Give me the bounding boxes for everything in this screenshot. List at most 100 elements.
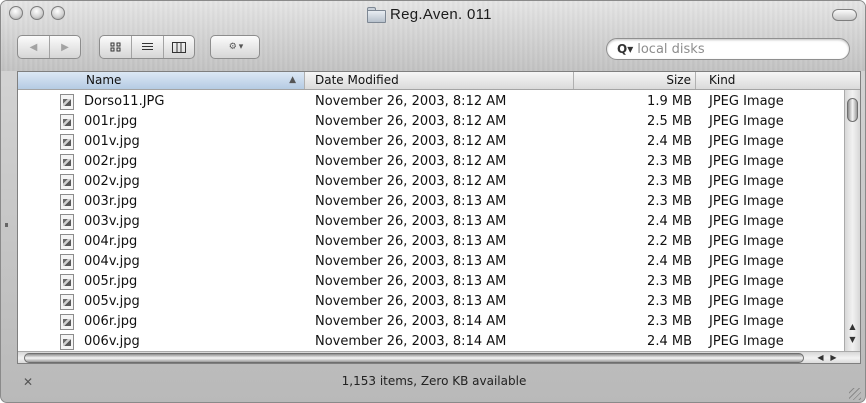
file-row[interactable]: 004v.jpg November 26, 2003, 8:13 AM 2.4 MB…: [18, 252, 840, 272]
file-row[interactable]: Dorso11.JPG November 26, 2003, 8:12 AM 1.9…: [18, 92, 840, 112]
file-kind: JPEG Image: [709, 174, 784, 189]
icon-view-button[interactable]: [100, 36, 131, 58]
file-date-modified: November 26, 2003, 8:13 AM: [315, 294, 507, 309]
file-size: 2.5 MB: [647, 114, 692, 129]
file-size: 2.3 MB: [647, 294, 692, 309]
file-size: 2.3 MB: [647, 154, 692, 169]
column-header-size[interactable]: Size: [575, 72, 696, 89]
file-name: Dorso11.JPG: [84, 94, 165, 109]
scroll-up-arrow-icon[interactable]: ▲: [845, 320, 860, 333]
column-header-name-label: Name: [86, 73, 122, 87]
file-row[interactable]: 006r.jpg November 26, 2003, 8:14 AM 2.3 MB…: [18, 312, 840, 332]
file-row[interactable]: 005v.jpg November 26, 2003, 8:13 AM 2.3 MB…: [18, 292, 840, 312]
back-button[interactable]: ◀: [18, 36, 49, 58]
column-view-button[interactable]: [162, 36, 194, 58]
toolbar-toggle-button[interactable]: [832, 9, 857, 21]
action-menu-button[interactable]: ⚙ ▾: [210, 35, 260, 59]
file-size: 2.2 MB: [647, 234, 692, 249]
folder-icon: [367, 7, 386, 23]
column-view-icon: [171, 41, 186, 53]
file-row[interactable]: 003r.jpg November 26, 2003, 8:13 AM 2.3 MB…: [18, 192, 840, 212]
horizontal-scroll-thumb[interactable]: [24, 353, 804, 363]
sort-ascending-icon: ▲: [289, 75, 296, 85]
column-header-kind[interactable]: Kind: [697, 72, 837, 89]
list-view-icon: [141, 43, 153, 50]
file-kind: JPEG Image: [709, 154, 784, 169]
file-name: 001r.jpg: [84, 114, 138, 129]
vertical-scrollbar[interactable]: ▲ ▼: [844, 90, 860, 352]
file-kind: JPEG Image: [709, 94, 784, 109]
finder-window: Reg.Aven. 011 ◀ ▶ ⚙ ▾ Q▾ local disks Nam…: [0, 0, 866, 403]
file-row[interactable]: 001r.jpg November 26, 2003, 8:12 AM 2.5 MB…: [18, 112, 840, 132]
file-row[interactable]: 002v.jpg November 26, 2003, 8:12 AM 2.3 MB…: [18, 172, 840, 192]
action-menu-cell[interactable]: ⚙ ▾: [211, 36, 259, 58]
gear-icon: ⚙: [228, 42, 237, 52]
close-window-button[interactable]: [9, 6, 23, 20]
file-size: 2.3 MB: [647, 274, 692, 289]
list-header: Name ▲ Date Modified Size Kind: [18, 72, 860, 90]
jpeg-file-icon: [60, 94, 74, 110]
scroll-right-arrow-icon[interactable]: ▶: [827, 352, 840, 363]
file-row[interactable]: 002r.jpg November 26, 2003, 8:12 AM 2.3 MB…: [18, 152, 840, 172]
jpeg-file-icon: [60, 254, 74, 270]
file-kind: JPEG Image: [709, 214, 784, 229]
zoom-window-button[interactable]: [51, 6, 65, 20]
view-mode-control: [99, 35, 195, 59]
search-field[interactable]: Q▾: [606, 38, 850, 60]
file-name: 005v.jpg: [84, 294, 140, 309]
file-size: 2.4 MB: [647, 334, 692, 349]
file-name: 001v.jpg: [84, 134, 140, 149]
file-size: 1.9 MB: [647, 94, 692, 109]
jpeg-file-icon: [60, 334, 74, 350]
file-row[interactable]: 006v.jpg November 26, 2003, 8:14 AM 2.4 MB…: [18, 332, 840, 352]
scroll-left-arrow-icon[interactable]: ◀: [814, 352, 827, 363]
file-size: 2.4 MB: [647, 214, 692, 229]
resize-grip-icon[interactable]: [849, 388, 861, 400]
file-date-modified: November 26, 2003, 8:13 AM: [315, 234, 507, 249]
vertical-scroll-thumb[interactable]: [847, 98, 858, 122]
search-icon: Q▾: [617, 42, 634, 56]
file-kind: JPEG Image: [709, 254, 784, 269]
file-name: 002r.jpg: [84, 154, 138, 169]
jpeg-file-icon: [60, 194, 74, 210]
file-name: 004r.jpg: [84, 234, 138, 249]
file-name: 005r.jpg: [84, 274, 138, 289]
list-view-button[interactable]: [131, 36, 162, 58]
column-header-name[interactable]: Name ▲: [18, 72, 305, 89]
file-row[interactable]: 004r.jpg November 26, 2003, 8:13 AM 2.2 MB…: [18, 232, 840, 252]
file-size: 2.3 MB: [647, 314, 692, 329]
file-row[interactable]: 001v.jpg November 26, 2003, 8:12 AM 2.4 MB…: [18, 132, 840, 152]
jpeg-file-icon: [60, 134, 74, 150]
jpeg-file-icon: [60, 214, 74, 230]
file-row[interactable]: 003v.jpg November 26, 2003, 8:13 AM 2.4 MB…: [18, 212, 840, 232]
file-date-modified: November 26, 2003, 8:13 AM: [315, 274, 507, 289]
forward-arrow-icon: ▶: [61, 41, 69, 53]
file-name: 002v.jpg: [84, 174, 140, 189]
window-title-text: Reg.Aven. 011: [390, 5, 492, 23]
file-date-modified: November 26, 2003, 8:12 AM: [315, 154, 507, 169]
forward-button[interactable]: ▶: [49, 36, 80, 58]
file-date-modified: November 26, 2003, 8:14 AM: [315, 334, 507, 349]
search-input[interactable]: [637, 41, 838, 57]
status-text: 1,153 items, Zero KB available: [341, 374, 527, 388]
file-kind: JPEG Image: [709, 314, 784, 329]
file-kind: JPEG Image: [709, 114, 784, 129]
column-header-date[interactable]: Date Modified: [306, 72, 574, 89]
minimize-window-button[interactable]: [30, 6, 44, 20]
title-toolbar: Reg.Aven. 011 ◀ ▶ ⚙ ▾ Q▾ local disks: [1, 1, 865, 71]
jpeg-file-icon: [60, 114, 74, 130]
file-kind: JPEG Image: [709, 334, 784, 349]
file-date-modified: November 26, 2003, 8:13 AM: [315, 254, 507, 269]
horizontal-scrollbar[interactable]: ◀ ▶: [18, 351, 860, 363]
scroll-down-arrow-icon[interactable]: ▼: [845, 333, 860, 346]
file-name: 006v.jpg: [84, 334, 140, 349]
file-date-modified: November 26, 2003, 8:12 AM: [315, 174, 507, 189]
file-name: 006r.jpg: [84, 314, 138, 329]
file-row[interactable]: 005r.jpg November 26, 2003, 8:13 AM 2.3 MB…: [18, 272, 840, 292]
file-size: 2.3 MB: [647, 174, 692, 189]
file-date-modified: November 26, 2003, 8:12 AM: [315, 134, 507, 149]
file-size: 2.4 MB: [647, 254, 692, 269]
file-date-modified: November 26, 2003, 8:14 AM: [315, 314, 507, 329]
jpeg-file-icon: [60, 174, 74, 190]
file-name: 003r.jpg: [84, 194, 138, 209]
